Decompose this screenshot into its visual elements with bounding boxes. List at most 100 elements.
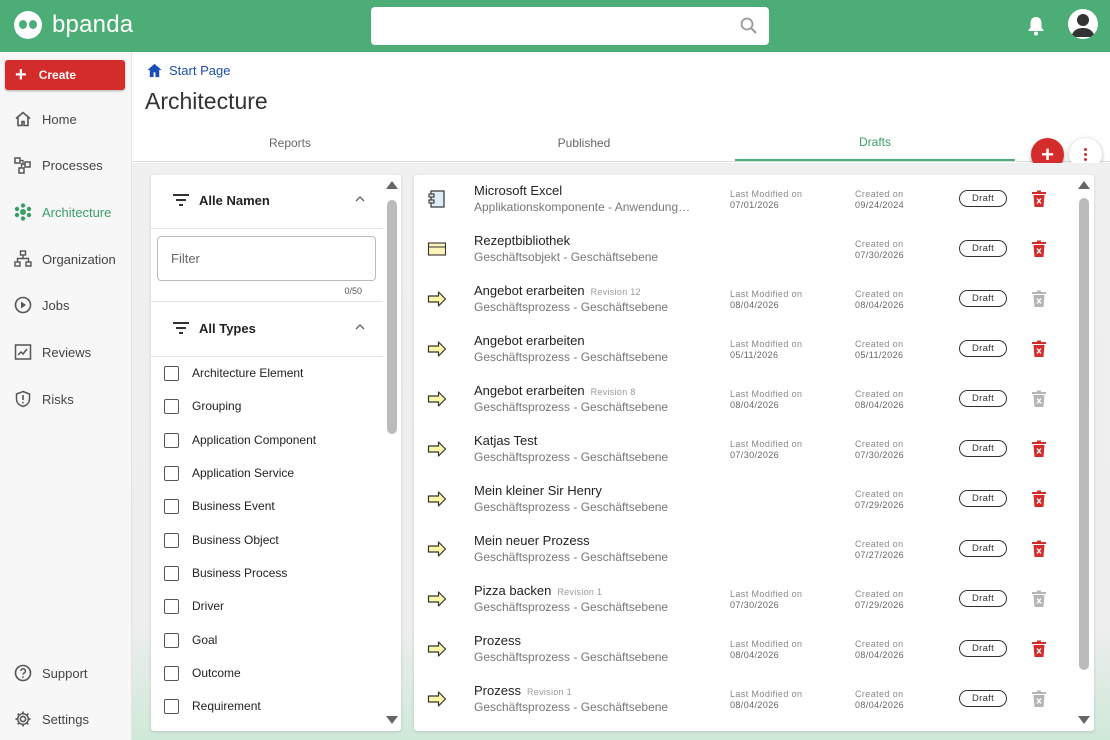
list-item[interactable]: Prozess Revision 1 Geschäftsprozess - Gesc… bbox=[414, 675, 1074, 725]
scroll-thumb[interactable] bbox=[387, 200, 397, 434]
sidebar-item-organization[interactable]: Organization bbox=[0, 241, 131, 277]
tab-reports[interactable]: Reports bbox=[142, 124, 438, 161]
checkbox[interactable] bbox=[164, 398, 179, 414]
page-title: Architecture bbox=[145, 88, 268, 114]
type-option[interactable]: Outcome bbox=[164, 662, 241, 684]
type-option[interactable]: Grouping bbox=[164, 395, 241, 417]
search-input[interactable] bbox=[381, 7, 721, 43]
last-modified: Last Modified on 08/04/2026 bbox=[730, 689, 803, 710]
names-filter-title: Alle Namen bbox=[199, 192, 270, 208]
sidebar-item-processes[interactable]: Processes bbox=[0, 147, 131, 183]
list-item[interactable]: Angebot erarbeiten Revision 8 Geschäftspro… bbox=[414, 375, 1074, 425]
item-title[interactable]: Angebot erarbeiten Revision 12 bbox=[474, 283, 641, 298]
sidebar-item-architecture[interactable]: Architecture bbox=[0, 194, 131, 230]
notifications-bell-icon[interactable] bbox=[1026, 15, 1046, 37]
list-item[interactable]: Angebot erarbeiten Revision 12 Geschäftspr… bbox=[414, 275, 1074, 325]
chevron-up-icon[interactable] bbox=[355, 195, 365, 203]
sidebar-item-label: Home bbox=[42, 111, 77, 127]
chevron-up-icon[interactable] bbox=[355, 323, 365, 331]
list-item[interactable]: Katjas Test Geschäftsprozess - Geschäftse… bbox=[414, 425, 1074, 475]
checkbox[interactable] bbox=[164, 665, 179, 681]
list-item[interactable]: Pizza backen Revision 1 Geschäftsprozess -… bbox=[414, 575, 1074, 625]
delete-icon[interactable] bbox=[1031, 640, 1047, 658]
delete-icon[interactable] bbox=[1031, 190, 1047, 208]
scroll-up-icon[interactable] bbox=[386, 181, 398, 189]
search-box[interactable] bbox=[371, 7, 769, 45]
list-item[interactable]: Rezeptbibliothek Geschäftsobjekt - Geschä… bbox=[414, 225, 1074, 275]
scroll-down-icon[interactable] bbox=[386, 716, 398, 724]
type-option[interactable]: Application Service bbox=[164, 462, 294, 484]
created-date: Created on 07/30/2026 bbox=[855, 239, 905, 260]
delete-icon[interactable] bbox=[1031, 340, 1047, 358]
type-option[interactable]: Business Object bbox=[164, 529, 279, 551]
scroll-thumb[interactable] bbox=[1079, 198, 1089, 670]
search-icon[interactable] bbox=[739, 16, 759, 36]
type-option-label: Requirement bbox=[192, 699, 261, 713]
delete-icon[interactable] bbox=[1031, 240, 1047, 258]
checkbox[interactable] bbox=[164, 532, 179, 548]
names-filter-header[interactable]: Alle Namen bbox=[151, 175, 383, 225]
checkbox[interactable] bbox=[164, 465, 179, 481]
checkbox[interactable] bbox=[164, 598, 179, 614]
status-badge: Draft bbox=[959, 690, 1007, 707]
item-title[interactable]: Mein kleiner Sir Henry bbox=[474, 483, 602, 498]
item-subtitle: Geschäftsobjekt - Geschäftsebene bbox=[474, 250, 659, 264]
type-option[interactable]: Goal bbox=[164, 629, 217, 651]
item-title[interactable]: Mein neuer Prozess bbox=[474, 533, 590, 548]
sidebar-item-jobs[interactable]: Jobs bbox=[0, 287, 131, 323]
type-option-label: Outcome bbox=[192, 666, 241, 680]
item-title[interactable]: Microsoft Excel bbox=[474, 183, 562, 198]
item-title[interactable]: Angebot erarbeiten bbox=[474, 333, 585, 348]
sidebar-item-risks[interactable]: Risks bbox=[0, 381, 131, 417]
scroll-down-icon[interactable] bbox=[1078, 716, 1090, 724]
sidebar-item-reviews[interactable]: Reviews bbox=[0, 334, 131, 370]
item-title[interactable]: Prozess bbox=[474, 633, 521, 648]
user-avatar[interactable] bbox=[1068, 9, 1098, 39]
sidebar-item-settings[interactable]: Settings bbox=[0, 701, 131, 737]
type-option-label: Application Service bbox=[192, 466, 295, 480]
list-scrollbar[interactable] bbox=[1076, 175, 1093, 731]
last-modified: Last Modified on 07/01/2026 bbox=[730, 189, 803, 210]
item-title[interactable]: Rezeptbibliothek bbox=[474, 233, 570, 248]
delete-icon[interactable] bbox=[1031, 440, 1047, 458]
app-logo[interactable]: bpanda bbox=[14, 11, 133, 39]
scroll-up-icon[interactable] bbox=[1078, 181, 1090, 189]
tab-drafts[interactable]: Drafts bbox=[735, 124, 1015, 161]
tab-published[interactable]: Published bbox=[438, 124, 730, 161]
item-title[interactable]: Prozess Revision 1 bbox=[474, 683, 572, 698]
list-item[interactable]: Angebot erarbeiten Geschäftsprozess - Ges… bbox=[414, 325, 1074, 375]
jobs-icon bbox=[14, 296, 32, 314]
sidebar-item-support[interactable]: Support bbox=[0, 655, 131, 691]
delete-icon[interactable] bbox=[1031, 540, 1047, 558]
breadcrumb[interactable]: Start Page bbox=[146, 62, 230, 79]
type-option[interactable]: Business Event bbox=[164, 495, 275, 517]
checkbox[interactable] bbox=[164, 432, 179, 448]
checkbox[interactable] bbox=[164, 698, 179, 714]
filter-scrollbar[interactable] bbox=[384, 175, 401, 731]
delete-icon[interactable] bbox=[1031, 490, 1047, 508]
checkbox[interactable] bbox=[164, 498, 179, 514]
item-title[interactable]: Angebot erarbeiten Revision 8 bbox=[474, 383, 636, 398]
sidebar-item-home[interactable]: Home bbox=[0, 101, 131, 137]
breadcrumb-start-page[interactable]: Start Page bbox=[169, 63, 230, 78]
type-option[interactable]: Application Component bbox=[164, 429, 316, 451]
sidebar-item-label: Jobs bbox=[42, 297, 70, 313]
type-option[interactable]: Business Process bbox=[164, 562, 287, 584]
list-item[interactable]: Microsoft Excel Applikationskomponente - … bbox=[414, 175, 1074, 225]
type-option[interactable]: Driver bbox=[164, 595, 224, 617]
type-option[interactable]: Architecture Element bbox=[164, 362, 303, 384]
checkbox[interactable] bbox=[164, 565, 179, 581]
type-option[interactable]: Requirement bbox=[164, 695, 261, 717]
list-item[interactable]: Prozess Geschäftsprozess - Geschäftsebene… bbox=[414, 625, 1074, 675]
types-filter-header[interactable]: All Types bbox=[151, 303, 383, 353]
checkbox[interactable] bbox=[164, 632, 179, 648]
list-item[interactable]: Mein kleiner Sir Henry Geschäftsprozess -… bbox=[414, 475, 1074, 525]
list-item[interactable]: Mein neuer Prozess Geschäftsprozess - Ges… bbox=[414, 525, 1074, 575]
item-subtitle: Geschäftsprozess - Geschäftsebene bbox=[474, 450, 669, 464]
create-button[interactable]: + Create bbox=[5, 60, 125, 90]
checkbox[interactable] bbox=[164, 365, 179, 381]
name-filter-input[interactable] bbox=[157, 236, 376, 281]
item-title[interactable]: Pizza backen Revision 1 bbox=[474, 583, 602, 598]
item-title[interactable]: Katjas Test bbox=[474, 433, 537, 448]
sidebar-item-label: Risks bbox=[42, 391, 74, 407]
